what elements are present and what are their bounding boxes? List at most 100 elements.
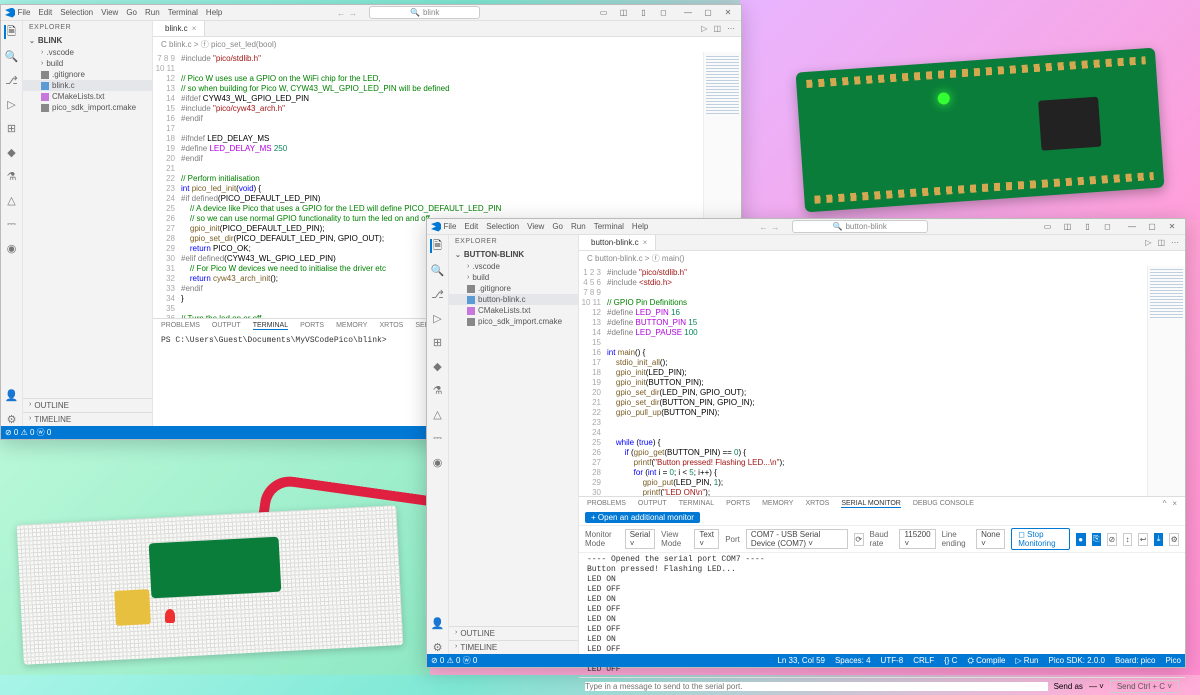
- scm-icon[interactable]: ⎇: [5, 73, 19, 87]
- status-item[interactable]: Pico: [1165, 656, 1181, 666]
- menu-selection[interactable]: Selection: [60, 8, 93, 17]
- menu-edit[interactable]: Edit: [464, 222, 478, 231]
- tree-item[interactable]: › build: [449, 272, 578, 283]
- split-icon[interactable]: ◫: [1157, 238, 1165, 247]
- tree-item[interactable]: CMakeLists.txt: [449, 305, 578, 316]
- status-item[interactable]: Ln 33, Col 59: [777, 656, 825, 666]
- timeline-section[interactable]: ›TIMELINE: [23, 412, 152, 426]
- tree-item[interactable]: › build: [23, 58, 152, 69]
- menu-run[interactable]: Run: [571, 222, 586, 231]
- minimize-button[interactable]: —: [1123, 221, 1141, 233]
- view-mode-select[interactable]: Text ˅: [694, 529, 719, 549]
- tree-item[interactable]: › .vscode: [449, 261, 578, 272]
- status-item[interactable]: ▷ Run: [1015, 656, 1038, 666]
- tree-item[interactable]: pico_sdk_import.cmake: [449, 316, 578, 327]
- menu-terminal[interactable]: Terminal: [168, 8, 198, 17]
- menu-help[interactable]: Help: [632, 222, 648, 231]
- scroll-icon[interactable]: ↕: [1123, 533, 1133, 546]
- status-item[interactable]: CRLF: [913, 656, 934, 666]
- project-root[interactable]: ⌄BUTTON-BLINK: [449, 248, 578, 261]
- layout-icon[interactable]: ▭: [594, 7, 612, 19]
- open-monitor-button[interactable]: + Open an additional monitor: [585, 512, 700, 523]
- menu-edit[interactable]: Edit: [38, 8, 52, 17]
- status-item[interactable]: UTF-8: [881, 656, 904, 666]
- maximize-button[interactable]: ▢: [699, 7, 717, 19]
- minimize-button[interactable]: —: [679, 7, 697, 19]
- menu-file[interactable]: File: [444, 222, 457, 231]
- serial-icon[interactable]: ⎓: [431, 431, 445, 445]
- tree-item[interactable]: blink.c: [23, 80, 152, 91]
- autoscroll-icon[interactable]: ⤓: [1154, 533, 1164, 546]
- panel-tab-xrtos[interactable]: XRTOS: [805, 500, 829, 507]
- serial-input[interactable]: [585, 682, 1048, 691]
- explorer-icon[interactable]: 🗎: [4, 25, 18, 39]
- send-button[interactable]: Send Ctrl + C ˅: [1110, 680, 1179, 693]
- panel-tab-memory[interactable]: MEMORY: [762, 500, 793, 507]
- extensions-icon[interactable]: ⊞: [431, 335, 445, 349]
- panel-tab-output[interactable]: OUTPUT: [212, 322, 241, 329]
- split-icon[interactable]: ◫: [713, 24, 721, 33]
- panel-tab-memory[interactable]: MEMORY: [336, 322, 367, 329]
- menu-help[interactable]: Help: [206, 8, 222, 17]
- debug-icon[interactable]: ▷: [5, 97, 19, 111]
- layout-icon[interactable]: ◻: [1098, 221, 1116, 233]
- titlebar[interactable]: FileEditSelectionViewGoRunTerminalHelp ←…: [427, 219, 1185, 235]
- status-item[interactable]: Spaces: 4: [835, 656, 871, 666]
- more-icon[interactable]: ⋯: [1171, 238, 1179, 247]
- menu-file[interactable]: File: [18, 8, 31, 17]
- command-center[interactable]: 🔍 blink: [369, 6, 480, 19]
- panel-tab-terminal[interactable]: TERMINAL: [679, 500, 714, 507]
- layout-icon[interactable]: ▯: [1078, 221, 1096, 233]
- run-icon[interactable]: ▷: [701, 24, 707, 33]
- pico-icon[interactable]: ◆: [431, 359, 445, 373]
- panel-tab-problems[interactable]: PROBLEMS: [587, 500, 626, 507]
- test-icon[interactable]: ⚗: [431, 383, 445, 397]
- debug-icon[interactable]: ▷: [431, 311, 445, 325]
- close-panel-icon[interactable]: ×: [1172, 499, 1177, 508]
- explorer-icon[interactable]: 🗎: [430, 239, 444, 253]
- panel-tab-ports[interactable]: PORTS: [300, 322, 324, 329]
- menu-view[interactable]: View: [527, 222, 544, 231]
- panel-tab-ports[interactable]: PORTS: [726, 500, 750, 507]
- panel-tab-serial-monitor[interactable]: SERIAL MONITOR: [841, 500, 901, 508]
- layout-icon[interactable]: ◻: [654, 7, 672, 19]
- layout-icon[interactable]: ◫: [614, 7, 632, 19]
- status-item[interactable]: {} C: [944, 656, 957, 666]
- panel-tab-xrtos[interactable]: XRTOS: [379, 322, 403, 329]
- layout-icon[interactable]: ▯: [634, 7, 652, 19]
- line-ending-select[interactable]: None ˅: [976, 529, 1005, 549]
- tab-blink-c[interactable]: blink.c×: [153, 21, 205, 36]
- menu-go[interactable]: Go: [126, 8, 137, 17]
- status-errors[interactable]: ⊘ 0 ⚠ 0 ⓦ 0: [5, 427, 51, 438]
- scm-icon[interactable]: ⎇: [431, 287, 445, 301]
- minimap[interactable]: [1147, 266, 1185, 496]
- panel-tab-debug-console[interactable]: DEBUG CONSOLE: [913, 500, 974, 507]
- cmake-icon[interactable]: △: [5, 193, 19, 207]
- panel-tab-terminal[interactable]: TERMINAL: [253, 322, 288, 330]
- serial-icon[interactable]: ⎓: [5, 217, 19, 231]
- breadcrumb[interactable]: C blink.c > ⓕ pico_set_led(bool): [153, 37, 741, 52]
- pico-icon[interactable]: ◆: [5, 145, 19, 159]
- other-icon[interactable]: ◉: [431, 455, 445, 469]
- command-center[interactable]: 🔍 button-blink: [792, 220, 928, 233]
- monitor-mode-select[interactable]: Serial ˅: [625, 529, 655, 549]
- close-button[interactable]: ✕: [719, 7, 737, 19]
- cmake-icon[interactable]: △: [431, 407, 445, 421]
- account-icon[interactable]: 👤: [431, 616, 445, 630]
- titlebar[interactable]: FileEditSelectionViewGoRunTerminalHelp ←…: [1, 5, 741, 21]
- status-item[interactable]: Pico SDK: 2.0.0: [1048, 656, 1104, 666]
- outline-section[interactable]: ›OUTLINE: [449, 626, 578, 640]
- close-icon[interactable]: ×: [643, 238, 648, 247]
- timeline-section[interactable]: ›TIMELINE: [449, 640, 578, 654]
- tree-item[interactable]: button-blink.c: [449, 294, 578, 305]
- search-icon[interactable]: 🔍: [431, 263, 445, 277]
- tab-button-blink-c[interactable]: button-blink.c×: [579, 235, 656, 250]
- other-icon[interactable]: ◉: [5, 241, 19, 255]
- maximize-panel-icon[interactable]: ^: [1163, 499, 1167, 508]
- menu-selection[interactable]: Selection: [486, 222, 519, 231]
- close-button[interactable]: ✕: [1163, 221, 1181, 233]
- stop-monitoring-button[interactable]: ◻ Stop Monitoring: [1011, 528, 1070, 550]
- tree-item[interactable]: .gitignore: [449, 283, 578, 294]
- code-editor[interactable]: 1 2 3 4 5 6 7 8 9 10 11 12 13 14 15 16 1…: [579, 266, 1185, 496]
- terminal-mode-icon[interactable]: ⎘: [1092, 533, 1102, 546]
